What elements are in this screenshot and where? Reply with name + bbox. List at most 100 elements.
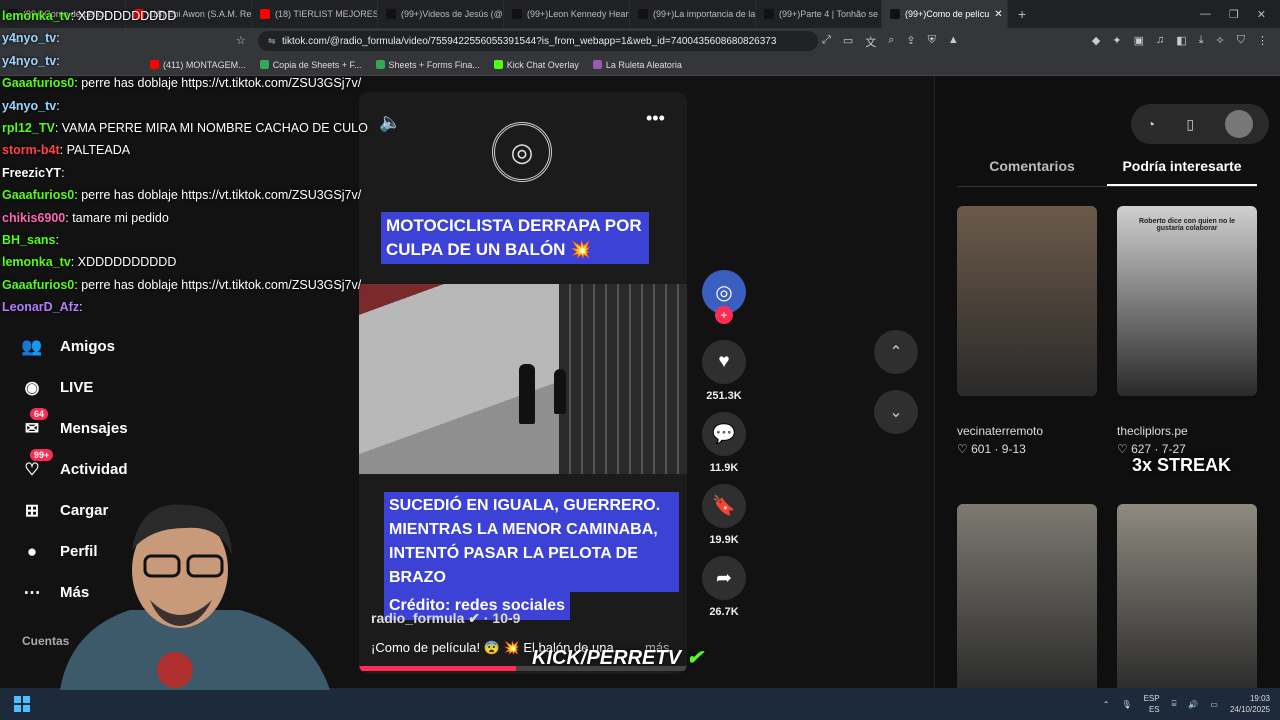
tab-title: (99+)Como de pelícu bbox=[905, 9, 990, 19]
sidebar-item-activity[interactable]: ♡ 99+ Actividad bbox=[18, 449, 218, 490]
next-video-button[interactable]: ⌄ bbox=[874, 390, 918, 434]
thumb-stats: ♡ 627 · 7-27 bbox=[1117, 442, 1186, 456]
extension-alert-icon[interactable]: ▲ bbox=[948, 34, 959, 50]
chat-text: perre has doblaje https://vt.tiktok.com/… bbox=[81, 188, 362, 203]
minimize-button[interactable]: — bbox=[1200, 8, 1211, 21]
reader-icon[interactable]: ⤢ bbox=[822, 34, 831, 50]
browser-tab[interactable]: (99+)Como de pelícu ✕ bbox=[882, 0, 1008, 28]
video-player[interactable]: 🔈 ••• ◎ MOTOCICLISTA DERRAPA POR CULPA D… bbox=[359, 92, 687, 674]
recommended-video-thumb[interactable] bbox=[1117, 504, 1257, 694]
browser-tab[interactable]: (99+)Parte 4 | Tonhão se la bbox=[756, 0, 882, 28]
chevron-up-icon: ⌃ bbox=[889, 344, 903, 361]
comment-count: 11.9K bbox=[709, 462, 739, 474]
chat-text: XDDDDDDDDDD bbox=[77, 255, 177, 270]
share-action[interactable]: ➦ 26.7K bbox=[702, 556, 746, 618]
save-action[interactable]: 🔖 19.9K bbox=[702, 484, 746, 546]
video-options-icon[interactable]: ••• bbox=[646, 108, 665, 129]
previous-video-button[interactable]: ⌃ bbox=[874, 330, 918, 374]
bookmark-favicon-icon bbox=[592, 60, 602, 69]
music-icon[interactable]: ♫ bbox=[1156, 34, 1164, 47]
battery-icon[interactable]: ▭ bbox=[1210, 700, 1218, 709]
windows-start-icon[interactable] bbox=[14, 696, 30, 712]
tab-close-icon[interactable]: ✕ bbox=[994, 9, 1002, 20]
tray-chevron-icon[interactable]: ⌃ bbox=[1103, 700, 1110, 709]
streak-overlay: 3x STREAK bbox=[1132, 455, 1232, 475]
chat-text: tamare mi pedido bbox=[72, 210, 169, 225]
recommended-video-thumb[interactable] bbox=[957, 206, 1097, 396]
sidebar-item-label: Mensajes bbox=[60, 420, 128, 437]
chat-message: y4nyo_tv: bbox=[2, 53, 60, 68]
sidebar-item-live[interactable]: ◉ LIVE bbox=[18, 367, 218, 408]
live-icon: ◉ bbox=[24, 377, 40, 397]
comment-action[interactable]: 💬 11.9K bbox=[702, 412, 746, 474]
chat-username: chikis6900 bbox=[2, 210, 66, 225]
menu-icon[interactable]: ⋮ bbox=[1257, 34, 1268, 47]
thumb-author[interactable]: vecinaterremoto bbox=[957, 424, 1043, 438]
chat-message: Gaaafurios0: perre has doblaje https://v… bbox=[2, 188, 362, 203]
creator-avatar[interactable]: ◎ + bbox=[702, 270, 746, 324]
recommended-video-thumb[interactable] bbox=[957, 504, 1097, 694]
video-actions: ◎ + ♥ 251.3K 💬 11.9K 🔖 19.9K ➦ 26.7K bbox=[702, 270, 746, 628]
chat-text: VAMA PERRE MIRA MI NOMBRE CACHAO DE CULO bbox=[61, 121, 368, 136]
video-scene bbox=[359, 284, 687, 474]
download-icon[interactable]: ⤓ bbox=[1199, 34, 1204, 47]
thumb-author[interactable]: thecliplors.pe bbox=[1117, 424, 1188, 438]
restore-button[interactable]: ❐ bbox=[1229, 8, 1239, 21]
tab-recommended[interactable]: Podría interesarte bbox=[1107, 154, 1257, 186]
save-icon: 🔖 bbox=[702, 484, 746, 528]
translate-icon[interactable]: 文 bbox=[865, 34, 876, 50]
video-author[interactable]: radio_formula ✔ · 10-9 bbox=[371, 610, 520, 627]
bookmark-item[interactable]: La Ruleta Aleatoria bbox=[592, 60, 682, 70]
new-tab-button[interactable]: + bbox=[1008, 6, 1036, 22]
sidebar-item-label: Amigos bbox=[60, 338, 116, 355]
like-action[interactable]: ♥ 251.3K bbox=[702, 340, 746, 402]
chat-username: BH_sans bbox=[2, 233, 56, 248]
puzzle-icon[interactable]: ✦ bbox=[1112, 34, 1121, 47]
screen-icon[interactable]: ▭ bbox=[843, 34, 853, 50]
microphone-icon[interactable]: 🎙 bbox=[1121, 700, 1131, 709]
shield-icon[interactable]: ⛨ bbox=[928, 34, 936, 50]
sidebar-item-friends[interactable]: 👥 Amigos bbox=[18, 326, 218, 367]
extension-icon[interactable]: ◆ bbox=[1092, 34, 1100, 47]
chat-message: Gaaafurios0: perre has doblaje https://v… bbox=[2, 76, 362, 91]
chat-message: rpl12_TV: VAMA PERRE MIRA MI NOMBRE CACH… bbox=[2, 121, 368, 136]
share-count: 26.7K bbox=[709, 606, 739, 618]
tab-search-icon[interactable]: ▣ bbox=[1134, 34, 1144, 47]
compass-icon[interactable]: ◔ bbox=[1147, 116, 1155, 132]
chat-username: Gaaafurios0 bbox=[2, 277, 75, 292]
close-window-button[interactable]: ✕ bbox=[1257, 8, 1266, 21]
browser-tab[interactable]: (99+)Leon Kennedy Heartt bbox=[504, 0, 630, 28]
tab-title: (99+)Parte 4 | Tonhão se la bbox=[779, 9, 882, 19]
chevron-down-icon: ⌄ bbox=[889, 404, 903, 421]
recommended-video-thumb[interactable]: Roberto dice con quien no le gustaría co… bbox=[1117, 206, 1257, 396]
network-icon[interactable]: ⌸ bbox=[1172, 699, 1177, 709]
toolbar-icons: ◆ ✦ ▣ ♫ ◧ ⤓ ✧ ⛉ ⋮ bbox=[1092, 34, 1268, 47]
sidebar-icon[interactable]: ◧ bbox=[1176, 34, 1186, 47]
notification-badge: 64 bbox=[30, 408, 49, 420]
vpn-icon[interactable]: ⛉ bbox=[1237, 34, 1245, 47]
zoom-icon[interactable]: ⌕ bbox=[888, 34, 894, 50]
browser-tab[interactable]: (99+)La importancia de la bbox=[630, 0, 756, 28]
user-avatar[interactable] bbox=[1225, 110, 1254, 138]
chat-username: lemonka_tv bbox=[2, 255, 71, 270]
volume-tray-icon[interactable]: 🔊 bbox=[1188, 700, 1198, 709]
chat-message: y4nyo_tv: bbox=[2, 98, 60, 113]
language-indicator[interactable]: ESP ES bbox=[1144, 693, 1160, 715]
follow-plus-icon[interactable]: + bbox=[715, 306, 733, 324]
clock[interactable]: 19:03 24/10/2025 bbox=[1230, 693, 1270, 715]
sidebar-item-messages[interactable]: ✉ 64 Mensajes bbox=[18, 408, 218, 449]
kick-watermark: KICK/PERRETV ✔ bbox=[532, 647, 704, 669]
scene-child bbox=[554, 369, 566, 414]
friends-icon: 👥 bbox=[21, 336, 43, 356]
tab-comments[interactable]: Comentarios bbox=[957, 154, 1107, 186]
chat-message: LeonarD_Afz: bbox=[2, 300, 83, 315]
chat-username: rpl12_TV bbox=[2, 121, 55, 136]
comment-icon: 💬 bbox=[702, 412, 746, 456]
bookmark-item[interactable]: Kick Chat Overlay bbox=[493, 60, 579, 70]
video-caption-body: SUCEDIÓ EN IGUALA, GUERRERO. MIENTRAS LA… bbox=[384, 492, 679, 620]
ai-icon[interactable]: ✧ bbox=[1216, 34, 1225, 47]
share-page-icon[interactable]: ⇪ bbox=[906, 34, 915, 50]
phone-icon[interactable]: ▯ bbox=[1186, 116, 1194, 133]
tab-favicon-icon bbox=[512, 9, 522, 19]
chat-username: FreezicYT bbox=[2, 165, 62, 180]
